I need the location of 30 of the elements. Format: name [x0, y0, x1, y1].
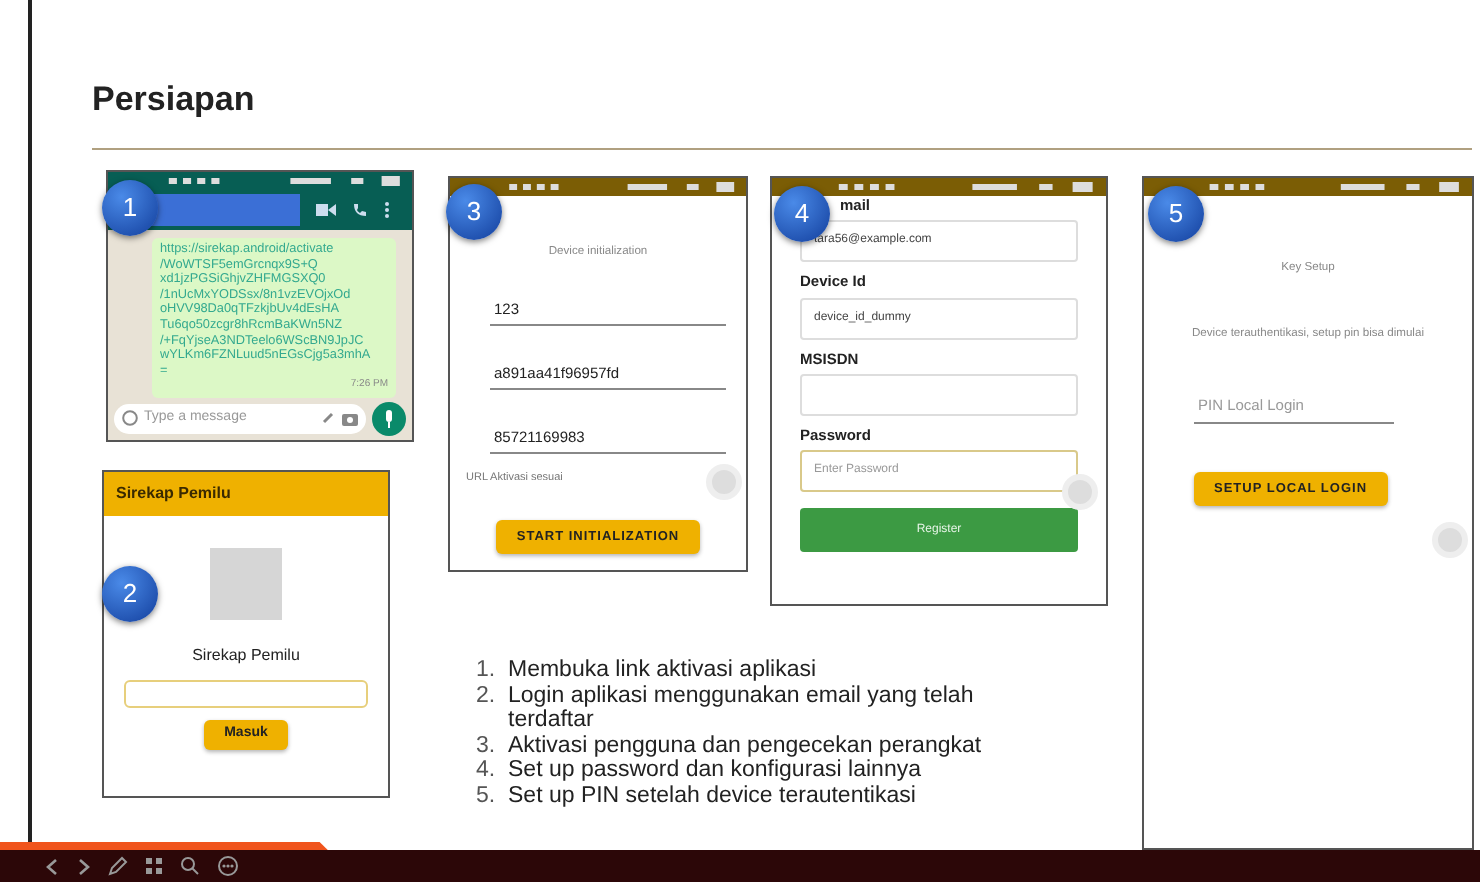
- more-icon[interactable]: [216, 856, 240, 876]
- pen-icon[interactable]: [108, 856, 128, 876]
- list-item-text: Aktivasi pengguna dan pengecekan perangkat: [508, 733, 982, 759]
- video-call-icon[interactable]: [316, 202, 336, 218]
- list-item-text: Membuka link aktivasi aplikasi: [508, 658, 817, 684]
- list-item-text: Set up password dan konfigurasi lainnya: [508, 758, 921, 784]
- app-bar-title: Sirekap Pemilu: [104, 472, 388, 516]
- list-number: 5.: [476, 783, 498, 810]
- phone-icon[interactable]: [352, 202, 368, 218]
- emoji-icon[interactable]: [122, 410, 138, 427]
- list-number: 2.: [476, 683, 498, 712]
- list-item-text: Login aplikasi menggunakan email yang telah terdaftar: [508, 683, 976, 734]
- list-item-text: Set up PIN setelah device terautentikasi: [508, 783, 916, 810]
- attachment-icon[interactable]: [320, 410, 336, 427]
- app-name: Sirekap Pemilu: [190, 644, 302, 668]
- previous-icon[interactable]: [44, 857, 60, 875]
- zoom-icon[interactable]: [180, 856, 200, 876]
- slide-title: Persiapan: [92, 80, 255, 121]
- logo-placeholder: [210, 548, 282, 620]
- microphone-button[interactable]: [372, 401, 406, 436]
- next-icon[interactable]: [76, 857, 92, 875]
- list-number: 4.: [476, 758, 498, 784]
- email-field[interactable]: [124, 680, 368, 708]
- menu-icon[interactable]: [384, 202, 390, 218]
- camera-icon[interactable]: [342, 411, 358, 426]
- input-field[interactable]: [800, 373, 1078, 416]
- microphone-icon: [384, 409, 394, 428]
- list-number: 1.: [476, 658, 498, 684]
- list-number: 3.: [476, 733, 498, 759]
- slides-grid-icon[interactable]: [144, 856, 164, 876]
